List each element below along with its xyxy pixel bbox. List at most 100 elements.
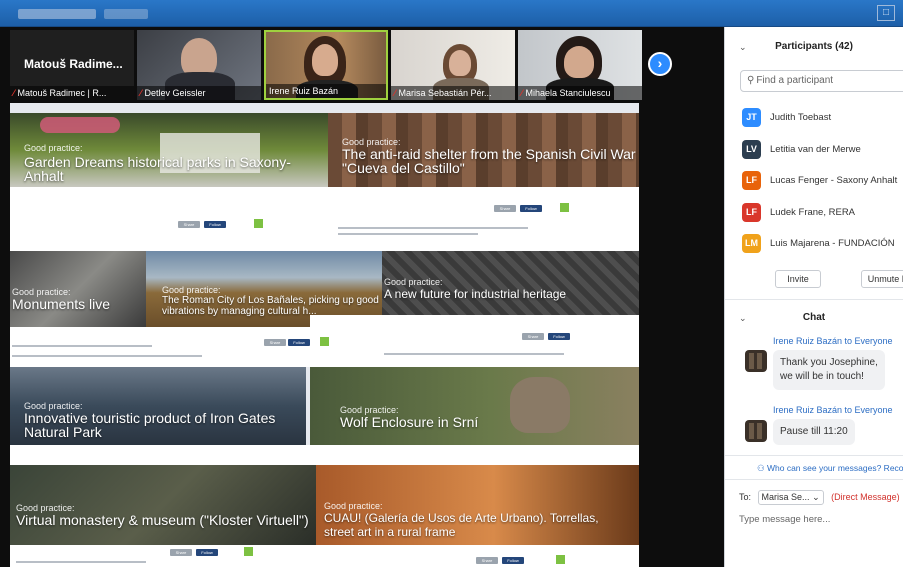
card-title: Garden Dreams historical parks in Saxony… <box>24 154 291 184</box>
chat-header: ⌄ Chat <box>725 306 903 330</box>
tile-name-label: ⁄ Detlev Geissler <box>137 86 261 100</box>
card-footer: Share Follow <box>10 187 328 251</box>
avatar <box>745 420 767 442</box>
muted-mic-icon: ⁄ <box>140 88 142 98</box>
mini-follow-button: Follow <box>288 339 310 346</box>
tile-name-label: ⁄ Mihaela Stanciulescu <box>518 86 642 100</box>
recipient-row: To: Marisa Se... ⌄ (Direct Message) <box>739 490 900 505</box>
card-title: Innovative touristic product of Iron Gat… <box>24 410 276 440</box>
good-practice-card[interactable]: Good practice: Innovative touristic prod… <box>10 367 306 445</box>
avatar: LM <box>742 234 761 254</box>
card-title: The Roman City of Los Bañales, picking u… <box>162 295 379 317</box>
participant-name: Luis Majarena - FUNDACIÓN <box>770 238 895 250</box>
who-can-see-link[interactable]: ⚇ Who can see your messages? Recording..… <box>757 463 903 474</box>
video-tile-marisa[interactable]: ⁄ Marisa Sebastián Pér... <box>391 30 515 100</box>
card-title: Wolf Enclosure in Srní <box>340 414 479 430</box>
side-panel: ⌄ Participants (42) ⚲ Find a participant … <box>724 27 903 567</box>
mini-share-button: Share <box>494 205 516 212</box>
participant-item[interactable]: JT Judith Toebast <box>742 102 897 134</box>
chat-sender: Irene Ruiz Bazán to Everyone <box>773 336 893 346</box>
card-title: A new future for industrial heritage <box>384 287 567 301</box>
good-practice-card[interactable]: Good practice: The anti-raid shelter fro… <box>328 113 639 187</box>
good-practice-card[interactable]: Good practice: A new future for industri… <box>382 251 639 315</box>
chat-message-input[interactable]: Type message here... <box>739 514 830 525</box>
participant-name: Judith Toebast <box>770 112 832 124</box>
tile-name-label: ⁄ Marisa Sebastián Pér... <box>391 86 515 100</box>
mini-follow-button: Follow <box>204 221 226 228</box>
panel-divider <box>725 299 903 300</box>
participant-name: Letitia van der Merwe <box>770 143 861 155</box>
mini-follow-button: Follow <box>502 557 524 564</box>
participant-face <box>449 50 471 76</box>
good-practice-card[interactable]: Good practice: Monuments live <box>10 251 146 327</box>
card-title: CUAU! (Galería de Usos de Arte Urbano). … <box>324 511 599 539</box>
avatar <box>745 350 767 372</box>
mini-follow-button: Follow <box>196 549 218 556</box>
invite-button[interactable]: Invite <box>775 270 821 288</box>
chat-message: Pause till 11:20 <box>773 419 855 445</box>
mini-share-button: Share <box>476 557 498 564</box>
video-tile-mihaela[interactable]: ⁄ Mihaela Stanciulescu <box>518 30 642 100</box>
mini-share-button: Share <box>178 221 200 228</box>
next-page-button[interactable]: › <box>648 52 672 76</box>
mini-share-button: Share <box>264 339 286 346</box>
meeting-area: Matouš Radime... ⁄ Matouš Radimec | R... … <box>0 27 724 567</box>
window-titlebar: □ <box>0 0 903 27</box>
mini-green-icon <box>560 203 569 212</box>
card-footer: Share Follow <box>328 187 639 251</box>
avatar: LF <box>742 202 761 222</box>
participant-face <box>312 44 338 76</box>
mini-share-button: Share <box>522 333 544 340</box>
window-title-blurred-2 <box>104 9 148 19</box>
recipient-select[interactable]: Marisa Se... ⌄ <box>757 490 824 505</box>
avatar: JT <box>742 108 761 128</box>
window-title-blurred <box>18 9 96 19</box>
shared-screen[interactable]: Good practice: Garden Dreams historical … <box>10 103 639 567</box>
good-practice-card[interactable]: Good practice: Garden Dreams historical … <box>10 113 328 187</box>
participant-item[interactable]: LF Ludek Frane, RERA <box>742 197 897 229</box>
avatar: LF <box>742 171 761 191</box>
mini-green-icon <box>320 337 329 346</box>
tile-name-label: ⁄ Matouš Radimec | R... <box>10 86 134 100</box>
tile-big-name: Matouš Radime... <box>24 57 123 71</box>
mini-follow-button: Follow <box>548 333 570 340</box>
card-footer <box>10 445 639 465</box>
participant-name: Ludek Frane, RERA <box>770 206 856 218</box>
participant-item[interactable]: LM Luis Majarena - FUNDACIÓN <box>742 228 897 260</box>
video-tile-detlev[interactable]: ⁄ Detlev Geissler <box>137 30 261 100</box>
participant-item[interactable]: LF Lucas Fenger - Saxony Anhalt <box>742 165 897 197</box>
mini-follow-button: Follow <box>520 205 542 212</box>
good-practice-card[interactable]: Good practice: Virtual monastery & museu… <box>10 465 316 545</box>
card-kicker: Good practice: <box>324 501 383 511</box>
panel-divider <box>725 455 903 456</box>
video-tile-matous[interactable]: Matouš Radime... ⁄ Matouš Radimec | R... <box>10 30 134 100</box>
people-icon: ⚇ <box>757 463 767 473</box>
collapse-chevron-icon[interactable]: ⌄ <box>739 306 747 330</box>
card-footer: Share Follow <box>310 315 639 367</box>
participant-name: Lucas Fenger - Saxony Anhalt <box>770 175 898 187</box>
video-thumbnail-strip: Matouš Radime... ⁄ Matouš Radimec | R... … <box>10 30 642 100</box>
panel-divider <box>725 479 903 480</box>
card-kicker: Good practice: <box>162 285 221 295</box>
avatar: LV <box>742 139 761 159</box>
good-practice-card[interactable]: Good practice: Wolf Enclosure in Srní <box>310 367 639 445</box>
window-control-button[interactable]: □ <box>877 5 895 21</box>
collapse-chevron-icon[interactable]: ⌄ <box>739 35 747 59</box>
unmute-me-button[interactable]: Unmute Me <box>861 270 903 288</box>
chat-message: Thank you Josephine, we will be in touch… <box>773 350 885 390</box>
flowers-shape <box>40 117 120 133</box>
mini-green-icon <box>244 547 253 556</box>
chat-sender: Irene Ruiz Bazán to Everyone <box>773 405 893 415</box>
muted-mic-icon: ⁄ <box>13 88 15 98</box>
chevron-down-icon: ⌄ <box>812 492 820 502</box>
mini-share-button: Share <box>170 549 192 556</box>
card-kicker: Good practice: <box>24 143 83 153</box>
card-title: Monuments live <box>12 296 111 312</box>
participant-item[interactable]: LV Letitia van der Merwe <box>742 134 897 166</box>
tile-name-label: Irene Ruiz Bazán <box>266 84 386 98</box>
video-tile-irene[interactable]: Irene Ruiz Bazán <box>264 30 388 100</box>
card-footer: Share Follow Share Follow <box>10 545 639 567</box>
participant-search-input[interactable]: ⚲ Find a participant <box>740 70 903 92</box>
participant-face <box>564 46 594 78</box>
good-practice-card[interactable]: Good practice: CUAU! (Galería de Usos de… <box>316 465 639 545</box>
